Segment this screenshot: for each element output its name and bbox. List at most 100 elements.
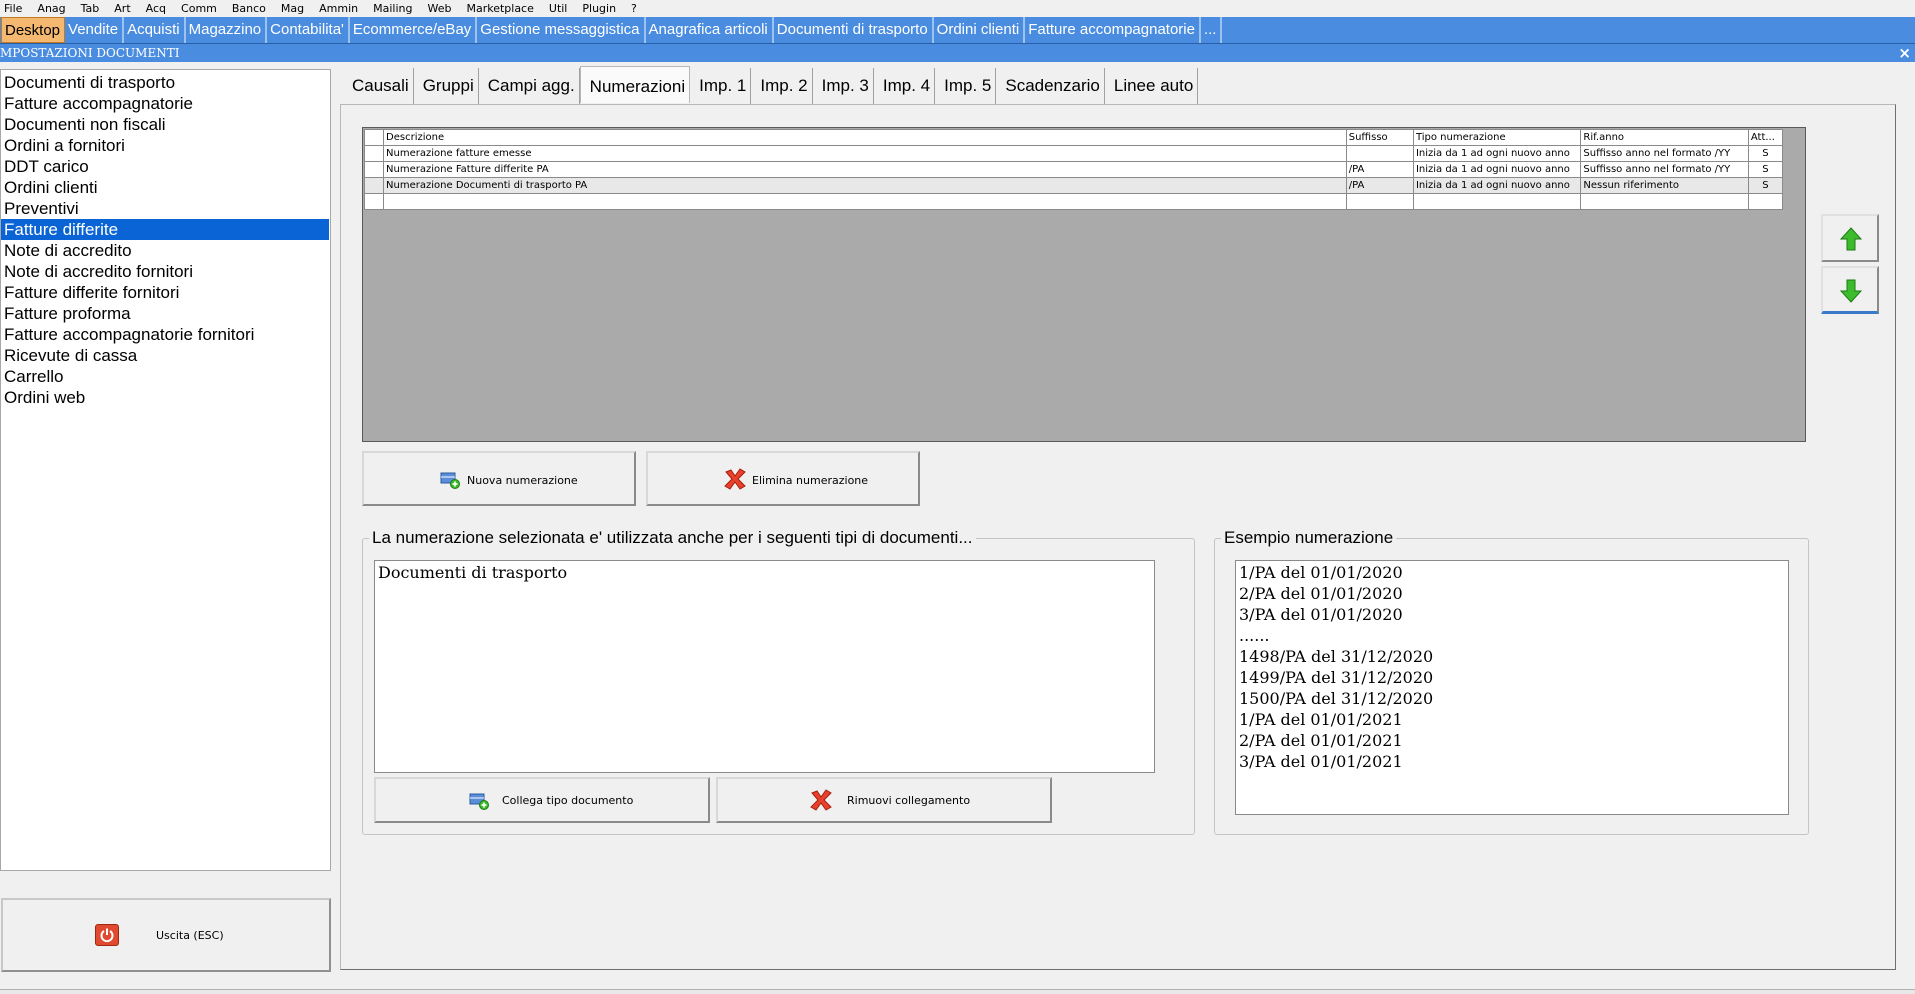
- document-type-list[interactable]: Documenti di trasporto Fatture accompagn…: [0, 69, 331, 871]
- table-cell[interactable]: [383, 193, 1347, 210]
- list-item[interactable]: DDT carico: [1, 156, 329, 177]
- menu-util[interactable]: Util: [545, 2, 578, 15]
- tab-imp-4[interactable]: Imp. 4: [874, 68, 936, 104]
- row-header[interactable]: [363, 177, 385, 194]
- tab-imp-5[interactable]: Imp. 5: [935, 68, 997, 104]
- tab-gruppi[interactable]: Gruppi: [414, 68, 479, 104]
- table-cell[interactable]: Inizia da 1 ad ogni nuovo anno: [1412, 145, 1582, 162]
- app-tab-desktop[interactable]: Desktop: [1, 17, 66, 43]
- list-item[interactable]: Note di accredito: [1, 240, 329, 261]
- table-row-selected[interactable]: Numerazione Documenti di trasporto PA /P…: [363, 177, 1784, 194]
- table-cell[interactable]: S: [1747, 161, 1784, 178]
- list-item[interactable]: Fatture accompagnatorie: [1, 93, 329, 114]
- column-header-suffisso[interactable]: Suffisso: [1345, 129, 1414, 146]
- menu-web[interactable]: Web: [423, 2, 462, 15]
- app-tab-messaggistica[interactable]: Gestione messaggistica: [477, 17, 646, 43]
- menu-comm[interactable]: Comm: [177, 2, 228, 15]
- table-cell[interactable]: [1747, 193, 1784, 210]
- app-tab-contabilita[interactable]: Contabilita': [267, 17, 350, 43]
- list-item[interactable]: Ordini clienti: [1, 177, 329, 198]
- tab-scadenzario[interactable]: Scadenzario: [996, 68, 1105, 104]
- menu-help[interactable]: ?: [627, 2, 648, 15]
- menu-file[interactable]: File: [0, 2, 33, 15]
- table-cell[interactable]: /PA: [1345, 177, 1414, 194]
- column-header-descrizione[interactable]: Descrizione: [383, 129, 1347, 146]
- list-item[interactable]: Documenti di trasporto: [378, 562, 567, 583]
- table-cell[interactable]: Inizia da 1 ad ogni nuovo anno: [1412, 161, 1582, 178]
- move-down-button[interactable]: [1821, 266, 1879, 314]
- app-tab-acquisti[interactable]: Acquisti: [124, 17, 186, 43]
- list-item-selected[interactable]: Fatture differite: [1, 219, 329, 240]
- table-cell[interactable]: [1580, 193, 1749, 210]
- table-cell[interactable]: Nessun riferimento: [1580, 177, 1749, 194]
- row-header[interactable]: [363, 145, 385, 162]
- close-icon[interactable]: ×: [1898, 44, 1911, 62]
- table-cell[interactable]: [1412, 193, 1582, 210]
- app-tab-documenti-trasporto[interactable]: Documenti di trasporto: [774, 17, 934, 43]
- row-header[interactable]: [363, 161, 385, 178]
- numbering-grid[interactable]: Descrizione Suffisso Tipo numerazione Ri…: [362, 127, 1806, 442]
- app-tab-fatture-accompagnatorie[interactable]: Fatture accompagnatorie: [1025, 17, 1201, 43]
- menu-ammin[interactable]: Ammin: [315, 2, 369, 15]
- menu-art[interactable]: Art: [110, 2, 141, 15]
- menu-tab[interactable]: Tab: [77, 2, 111, 15]
- tab-campi-agg[interactable]: Campi agg.: [479, 68, 580, 104]
- table-row-new[interactable]: [363, 193, 1784, 210]
- table-cell[interactable]: [1345, 145, 1414, 162]
- table-cell[interactable]: /PA: [1345, 161, 1414, 178]
- tab-linee-auto[interactable]: Linee auto: [1105, 68, 1199, 104]
- table-cell[interactable]: Suffisso anno nel formato /YY: [1580, 161, 1749, 178]
- menu-acq[interactable]: Acq: [142, 2, 177, 15]
- delete-numbering-button[interactable]: Elimina numerazione: [646, 451, 920, 506]
- menu-banco[interactable]: Banco: [228, 2, 277, 15]
- table-cell[interactable]: [1345, 193, 1414, 210]
- link-document-type-button[interactable]: Collega tipo documento: [374, 777, 710, 823]
- list-item[interactable]: Fatture differite fornitori: [1, 282, 329, 303]
- table-cell[interactable]: Inizia da 1 ad ogni nuovo anno: [1412, 177, 1582, 194]
- menu-plugin[interactable]: Plugin: [578, 2, 627, 15]
- linked-documents-list[interactable]: Documenti di trasporto: [374, 560, 1155, 773]
- table-cell[interactable]: Numerazione Documenti di trasporto PA: [383, 177, 1347, 194]
- table-cell[interactable]: Suffisso anno nel formato /YY: [1580, 145, 1749, 162]
- column-header-attivo[interactable]: Att...: [1747, 129, 1784, 146]
- remove-link-button[interactable]: Rimuovi collegamento: [716, 777, 1052, 823]
- menu-mailing[interactable]: Mailing: [369, 2, 423, 15]
- column-header-rif-anno[interactable]: Rif.anno: [1580, 129, 1749, 146]
- column-header-tipo-numerazione[interactable]: Tipo numerazione: [1412, 129, 1582, 146]
- list-item[interactable]: Note di accredito fornitori: [1, 261, 329, 282]
- app-tab-magazzino[interactable]: Magazzino: [186, 17, 268, 43]
- list-item[interactable]: Ordini web: [1, 387, 329, 408]
- app-tab-ordini-clienti[interactable]: Ordini clienti: [934, 17, 1026, 43]
- move-up-button[interactable]: [1821, 214, 1879, 262]
- row-header[interactable]: [363, 193, 385, 210]
- table-cell[interactable]: S: [1747, 177, 1784, 194]
- example-numbering-list[interactable]: 1/PA del 01/01/2020 2/PA del 01/01/2020 …: [1235, 560, 1789, 815]
- table-row[interactable]: Numerazione Fatture differite PA /PA Ini…: [363, 161, 1784, 178]
- list-item[interactable]: Fatture accompagnatorie fornitori: [1, 324, 329, 345]
- table-cell[interactable]: S: [1747, 145, 1784, 162]
- app-tab-more[interactable]: ...: [1201, 17, 1223, 43]
- exit-button[interactable]: Uscita (ESC): [1, 898, 331, 972]
- app-tab-vendite[interactable]: Vendite: [65, 17, 125, 43]
- tab-imp-2[interactable]: Imp. 2: [751, 68, 813, 104]
- table-cell[interactable]: Numerazione Fatture differite PA: [383, 161, 1347, 178]
- menu-mag[interactable]: Mag: [277, 2, 315, 15]
- list-item[interactable]: Fatture proforma: [1, 303, 329, 324]
- list-item[interactable]: Ricevute di cassa: [1, 345, 329, 366]
- tab-numerazioni[interactable]: Numerazioni: [579, 66, 691, 103]
- tab-imp-3[interactable]: Imp. 3: [813, 68, 874, 104]
- list-item[interactable]: Documenti non fiscali: [1, 114, 329, 135]
- table-row[interactable]: Numerazione fatture emesse Inizia da 1 a…: [363, 145, 1784, 162]
- app-tab-ecommerce[interactable]: Ecommerce/eBay: [350, 17, 478, 43]
- list-item[interactable]: Preventivi: [1, 198, 329, 219]
- list-item[interactable]: Ordini a fornitori: [1, 135, 329, 156]
- menu-marketplace[interactable]: Marketplace: [462, 2, 544, 15]
- tab-imp-1[interactable]: Imp. 1: [690, 68, 752, 104]
- list-item[interactable]: Documenti di trasporto: [1, 72, 329, 93]
- app-tab-anagrafica-articoli[interactable]: Anagrafica articoli: [646, 17, 774, 43]
- new-numbering-button[interactable]: Nuova numerazione: [362, 451, 636, 506]
- list-item[interactable]: Carrello: [1, 366, 329, 387]
- tab-causali[interactable]: Causali: [343, 68, 414, 104]
- menu-anag[interactable]: Anag: [33, 2, 76, 15]
- table-cell[interactable]: Numerazione fatture emesse: [383, 145, 1347, 162]
